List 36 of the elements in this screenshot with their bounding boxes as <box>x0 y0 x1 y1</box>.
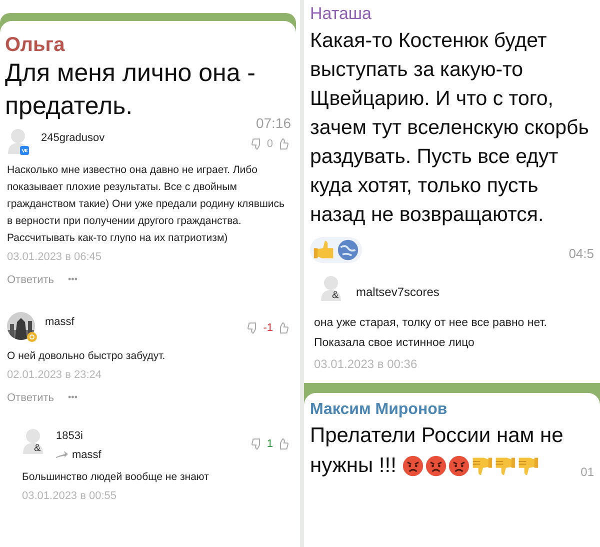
reply-to-username[interactable]: massf <box>72 446 102 463</box>
author-name: Ольга <box>5 33 66 57</box>
comment-date: 03.01.2023 в 06:45 <box>7 250 103 265</box>
comment-date: 02.01.2023 в 23:24 <box>7 368 103 383</box>
username[interactable]: massf <box>45 314 74 330</box>
message-text: Какая-то Костенюк будет выступать за какую-то Щвейцарию. И что с того, зачем тут вселенскую скорбь раздувать. Пусть все едут куда хотят, только пусть назад не возвращаются. <box>310 28 590 228</box>
arrow-icon <box>56 450 68 459</box>
message-time: 01 <box>580 464 594 481</box>
message-time: 04:5 <box>568 244 594 262</box>
vote-score: 1 <box>266 437 273 452</box>
username[interactable]: maltsev7scores <box>356 283 440 301</box>
comment-text: Большинство людей вообще не знают <box>22 470 210 485</box>
comment-text: она уже старая, толку от нее все равно нет. Показала свое истинное лицо <box>314 316 548 351</box>
thumbs-up-icon[interactable] <box>277 138 289 150</box>
thumbs-up-icon[interactable] <box>277 438 289 450</box>
thumbs-up-icon[interactable] <box>277 322 289 334</box>
message-time: 07:16 <box>256 114 291 133</box>
comment-text: О ней довольно быстро забудут. <box>7 349 166 364</box>
message-text: Для меня лично она - предатель. <box>5 58 256 122</box>
badge-label: & <box>34 444 41 454</box>
username[interactable]: 1853i <box>56 428 102 444</box>
author-name: Наташа <box>310 3 373 25</box>
comment-text: Насколько мне известно она давно не играет. Либо показывает плохие результаты. Все с двойным гражданством такие) Они уже предали родину клявшись в верности при получении другого гражданства. Рассчитывать как-то глупо на их патриотизм) <box>7 163 286 246</box>
comment-date: 03.01.2023 в 00:36 <box>314 356 418 373</box>
author-name: Максим Миронов <box>310 400 448 420</box>
vk-badge-icon <box>20 146 29 155</box>
badge-label: & <box>332 291 339 301</box>
thumbs-down-icon[interactable] <box>250 438 263 450</box>
thumbs-up-icon[interactable] <box>313 239 335 261</box>
user-silhouette-icon <box>320 275 342 301</box>
username[interactable]: 245gradusov <box>41 130 105 146</box>
vote-score: -1 <box>263 321 273 336</box>
comment-date: 03.01.2023 в 00:55 <box>22 489 118 504</box>
message-text: Прелатели России нам не нужны !!! <box>310 424 564 477</box>
vote-score: 0 <box>266 137 273 152</box>
thumbs-down-icon[interactable] <box>250 138 263 150</box>
